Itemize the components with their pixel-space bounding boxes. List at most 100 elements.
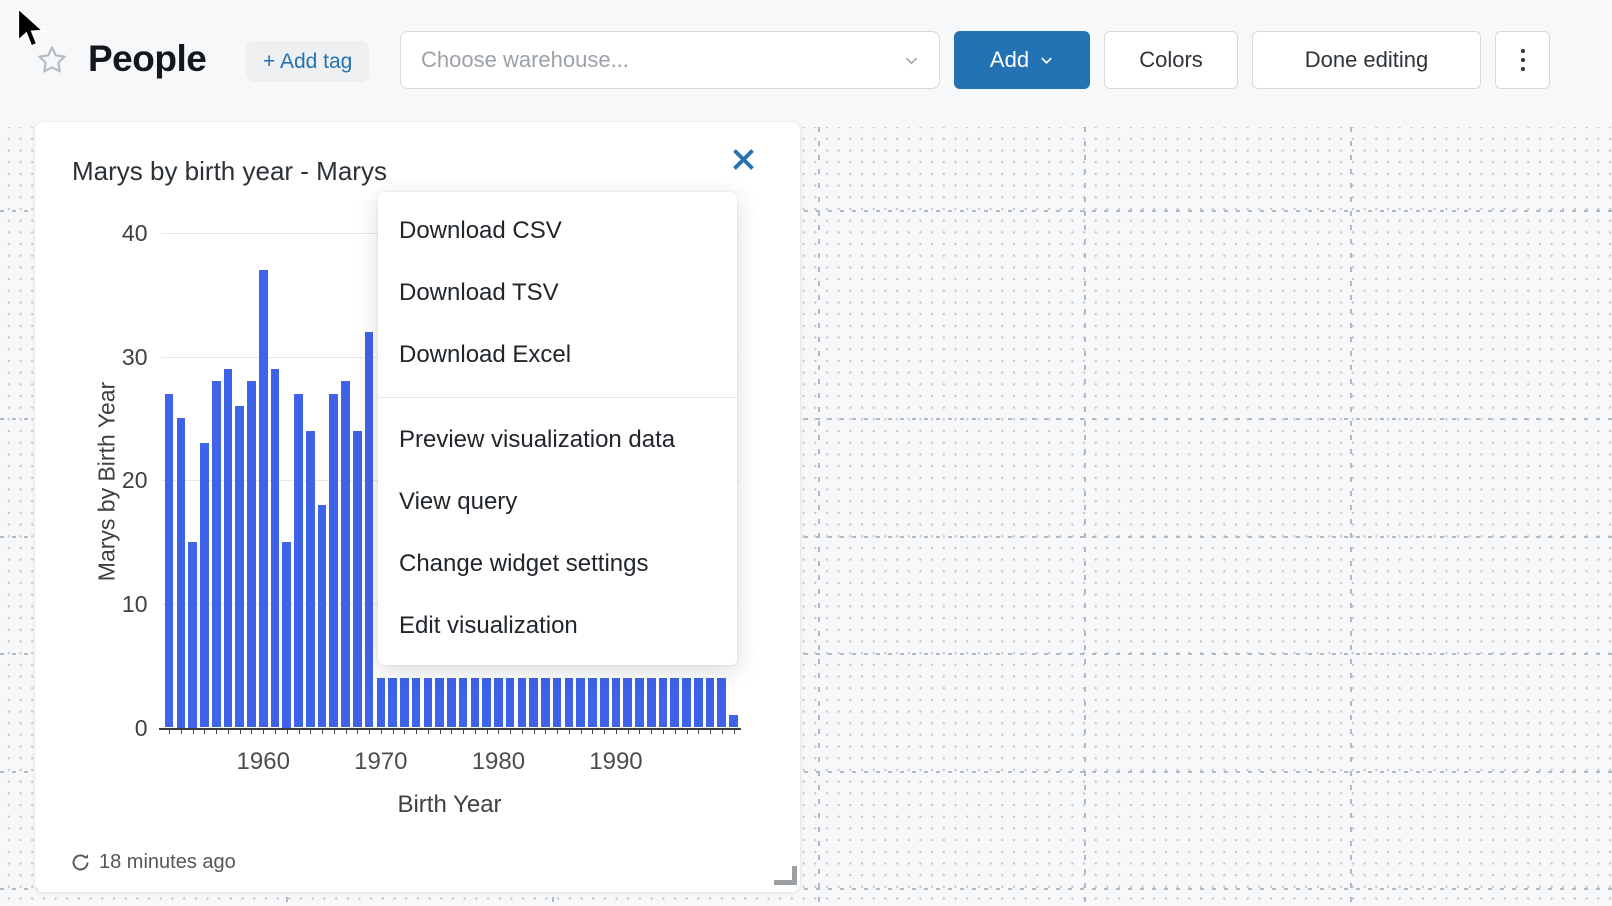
bar[interactable] [623, 678, 632, 727]
bar[interactable] [294, 394, 303, 728]
bar[interactable] [200, 443, 209, 727]
bar[interactable] [188, 542, 197, 727]
x-tick [169, 730, 170, 734]
bar[interactable] [259, 270, 268, 727]
menu-item[interactable]: Download CSV [378, 200, 737, 262]
bar[interactable] [447, 678, 456, 727]
context-menu: Download CSVDownload TSVDownload Excel Pr… [378, 192, 737, 665]
bar[interactable] [165, 394, 174, 728]
bar[interactable] [518, 678, 527, 727]
warehouse-placeholder: Choose warehouse... [421, 47, 629, 73]
bar[interactable] [353, 431, 362, 728]
bar[interactable] [682, 678, 691, 727]
add-button[interactable]: Add [954, 31, 1090, 89]
bar[interactable] [635, 678, 644, 727]
bar[interactable] [494, 678, 503, 727]
bar[interactable] [318, 505, 327, 728]
x-tick [451, 730, 452, 734]
bar[interactable] [412, 678, 421, 727]
menu-item[interactable]: Change widget settings [378, 533, 737, 595]
bar[interactable] [329, 394, 338, 728]
bar[interactable] [694, 678, 703, 727]
bar[interactable] [365, 332, 374, 728]
bar[interactable] [271, 369, 280, 728]
bar[interactable] [247, 381, 256, 727]
x-tick [251, 730, 252, 734]
dashboard-edit-screen: People + Add tag Choose warehouse... Add… [0, 0, 1612, 906]
x-tick [557, 730, 558, 734]
menu-item[interactable]: Preview visualization data [378, 409, 737, 471]
warehouse-select[interactable]: Choose warehouse... [400, 31, 940, 89]
bar[interactable] [553, 678, 562, 727]
bar[interactable] [612, 678, 621, 727]
x-tick [263, 730, 264, 734]
bar[interactable] [576, 678, 585, 727]
bar[interactable] [341, 381, 350, 727]
done-editing-button[interactable]: Done editing [1252, 31, 1481, 89]
menu-divider [378, 397, 737, 398]
bar[interactable] [506, 678, 515, 727]
x-tick [545, 730, 546, 734]
bar[interactable] [588, 678, 597, 727]
last-refreshed: 18 minutes ago [70, 851, 236, 874]
x-tick [240, 730, 241, 734]
bar[interactable] [647, 678, 656, 727]
bar[interactable] [388, 678, 397, 727]
x-tick [181, 730, 182, 734]
x-axis-title: Birth Year [161, 791, 739, 819]
bar[interactable] [729, 715, 738, 727]
bar[interactable] [659, 678, 668, 727]
bar[interactable] [471, 678, 480, 727]
x-tick-label: 1960 [218, 748, 308, 776]
bar[interactable] [529, 678, 538, 727]
bar[interactable] [424, 678, 433, 727]
bar[interactable] [482, 678, 491, 727]
menu-item[interactable]: Edit visualization [378, 595, 737, 657]
bar[interactable] [706, 678, 715, 727]
bar[interactable] [717, 678, 726, 727]
x-tick [299, 730, 300, 734]
y-tick-label: 20 [88, 467, 148, 494]
x-tick [534, 730, 535, 734]
x-tick [322, 730, 323, 734]
bar[interactable] [177, 418, 186, 727]
kebab-menu-button[interactable] [1495, 31, 1550, 89]
x-tick [416, 730, 417, 734]
colors-button[interactable]: Colors [1104, 31, 1238, 89]
bar[interactable] [400, 678, 409, 727]
x-tick [592, 730, 593, 734]
bar[interactable] [600, 678, 609, 727]
x-tick [357, 730, 358, 734]
x-axis-line [159, 728, 741, 730]
bar[interactable] [224, 369, 233, 728]
bar[interactable] [282, 542, 291, 727]
favorite-star-icon[interactable] [36, 44, 68, 76]
menu-item[interactable]: Download Excel [378, 324, 737, 386]
bar[interactable] [212, 381, 221, 727]
y-tick-label: 0 [88, 715, 148, 742]
menu-item[interactable]: View query [378, 471, 737, 533]
x-tick [569, 730, 570, 734]
x-tick [581, 730, 582, 734]
bar[interactable] [235, 406, 244, 727]
menu-item[interactable]: Download TSV [378, 262, 737, 324]
bar[interactable] [377, 678, 386, 727]
x-tick [604, 730, 605, 734]
x-tick [275, 730, 276, 734]
bar[interactable] [459, 678, 468, 727]
refresh-icon [70, 852, 91, 873]
bar[interactable] [306, 431, 315, 728]
chevron-down-icon [1039, 53, 1054, 68]
bar[interactable] [541, 678, 550, 727]
add-tag-button[interactable]: + Add tag [246, 41, 369, 82]
x-tick [287, 730, 288, 734]
grid-column-line [1350, 127, 1352, 906]
x-tick [346, 730, 347, 734]
resize-handle[interactable] [774, 866, 797, 885]
x-tick [475, 730, 476, 734]
bar[interactable] [435, 678, 444, 727]
bar[interactable] [670, 678, 679, 727]
x-tick [310, 730, 311, 734]
bar[interactable] [565, 678, 574, 727]
x-tick [216, 730, 217, 734]
